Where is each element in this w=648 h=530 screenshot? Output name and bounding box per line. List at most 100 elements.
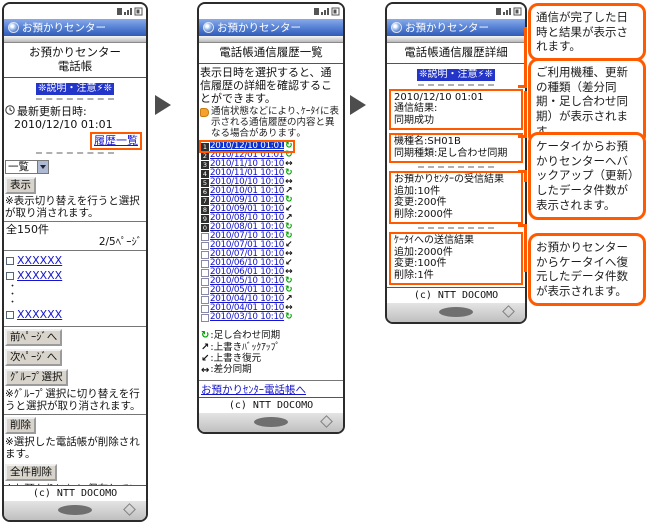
group-select-button[interactable]: ｸﾞﾙｰﾌﾟ選択 [5, 368, 68, 386]
entry-link[interactable]: XXXXXX [17, 254, 62, 267]
page-title: 電話帳通信履歴詳細 [387, 43, 525, 64]
row-checkbox[interactable] [201, 295, 209, 304]
sync-restore-icon: ↙ [201, 353, 210, 365]
row-checkbox[interactable] [201, 250, 209, 259]
softkey-icon[interactable] [254, 417, 288, 427]
entry-checkbox[interactable] [6, 311, 14, 320]
row-checkbox[interactable] [201, 304, 209, 313]
phonebook-link[interactable]: お預かりｾﾝﾀｰ電話帳へ [201, 384, 306, 396]
copyright: (c) NTT DOCOMO [387, 287, 525, 303]
entry-link[interactable]: XXXXXX [17, 269, 62, 282]
sent-added: 追加:2000件 [394, 246, 453, 258]
notice-link-wrap: ❊説明・注意⚡❊ [387, 67, 525, 81]
legend-label: :足し合わせ同期 [210, 330, 281, 342]
legend-label: :上書きﾊﾞｯｸｱｯﾌﾟ [210, 341, 281, 353]
row-checkbox[interactable] [201, 268, 209, 277]
result-value: 同期成功 [394, 114, 434, 126]
prev-page-button[interactable]: 前ﾍﾟｰｼﾞへ [5, 328, 63, 346]
notice-link[interactable]: ❊説明・注意⚡❊ [417, 68, 495, 81]
sync-add-icon: ↻ [201, 330, 210, 342]
flow-arrow-icon [350, 95, 366, 115]
clock-icon [5, 104, 15, 115]
caution-text: 通信状態などにより､ｹｰﾀｲに表示される通信履歴の内容と異なる場合があります｡ [211, 106, 340, 139]
row-checkbox[interactable] [201, 286, 209, 295]
sent-title: ｹｰﾀｲへの送信結果 [394, 235, 474, 247]
history-list: 1 2010/12/10 01:01 ↻ 2 2010/12/01 01:01 ↻ 3 201… [199, 140, 343, 323]
callout-connector [518, 85, 527, 88]
callout-backup-count: ケータイからお預かりセンターへバックアップ（更新）したデータ件数が表示されます。 [528, 132, 646, 220]
softkey-icon[interactable] [58, 505, 92, 515]
row-number-badge: 2 [201, 151, 209, 160]
view-select-value: 一覧 [8, 161, 29, 174]
title-bar: お預かりセンター [4, 19, 146, 36]
sent-changed: 変更:100件 [394, 258, 447, 270]
row-checkbox[interactable] [201, 232, 209, 241]
copyright: (c) NTT DOCOMO [4, 485, 146, 501]
note-group: ※ｸﾞﾙｰﾌﾟ選択に切り替えを行うと選択が取り消されます。 [5, 387, 141, 412]
sync-legend: ↻ :足し合わせ同期 ↗ :上書きﾊﾞｯｸｱｯﾌﾟ ↙ :上書き復元 ↔ :差分… [199, 322, 343, 380]
title-bar: お預かりセンター [199, 19, 343, 36]
history-list-link[interactable]: 履歴一覧 [90, 131, 142, 150]
delete-button[interactable]: 削除 [5, 416, 36, 434]
legend-item: ↔ :差分同期 [201, 364, 341, 375]
dashed-divider [35, 97, 115, 100]
row-checkbox[interactable] [201, 277, 209, 286]
dpad-icon[interactable] [502, 305, 515, 318]
page-title: お預かりセンター 電話帳 [4, 43, 146, 78]
entry-checkbox[interactable] [6, 256, 14, 265]
sent-results-box: ｹｰﾀｲへの送信結果 追加:2000件 変更:100件 削除:1件 [389, 232, 523, 286]
globe-icon [203, 22, 214, 33]
row-number-badge: 9 [201, 214, 209, 223]
row-checkbox[interactable] [201, 241, 209, 250]
history-date-link[interactable]: 2010/03/10 10:10 [210, 312, 284, 323]
title-bar-label: お預かりセンター [217, 22, 301, 34]
show-button[interactable]: 表示 [5, 177, 36, 195]
flow-arrow-icon [155, 95, 171, 115]
dpad-icon[interactable] [320, 415, 333, 428]
row-checkbox[interactable] [201, 313, 209, 322]
signal-battery-icons [496, 7, 522, 16]
page-title: 電話帳通信履歴一覧 [199, 43, 343, 64]
result-label: 通信結果: [394, 103, 438, 115]
softkey-icon[interactable] [439, 307, 473, 317]
signal-battery-icons [314, 7, 340, 16]
model-box: 機種名:SH01B 同期種類:足し合わせ同期 [389, 133, 523, 164]
dpad-icon[interactable] [123, 503, 136, 516]
softkey-bar [4, 501, 146, 520]
list-item[interactable]: XXXXXX [6, 253, 144, 268]
entry-checkbox[interactable] [6, 271, 14, 280]
phone-screen-1: お預かりセンター お預かりセンター 電話帳 ❊説明・注意⚡❊ 最新更新日時: 2… [2, 2, 148, 522]
caution-note: 通信状態などにより､ｹｰﾀｲに表示される通信履歴の内容と異なる場合があります｡ [199, 106, 343, 141]
legend-item: ↗ :上書きﾊﾞｯｸｱｯﾌﾟ [201, 342, 341, 353]
row-number-badge: 1 [201, 142, 209, 151]
globe-icon [8, 22, 19, 33]
sync-type: 同期種類:足し合わせ同期 [394, 147, 508, 159]
entry-link[interactable]: XXXXXX [17, 308, 62, 321]
screen2-content: 電話帳通信履歴一覧 表示日時を選択すると、通信履歴の詳細を確認することができます… [199, 43, 343, 397]
status-bar [4, 4, 146, 19]
screen3-content: 電話帳通信履歴詳細 ❊説明・注意⚡❊ 2010/12/10 01:01 通信結果… [387, 43, 525, 287]
select-arrow-icon[interactable] [37, 161, 48, 174]
dashed-divider [418, 166, 494, 169]
history-link-row: 履歴一覧 [4, 131, 146, 150]
page-title-line1: お預かりセンター [29, 45, 121, 59]
callout-connector [524, 27, 527, 88]
received-deleted: 削除:2000件 [394, 208, 453, 220]
note-switch: ※表示切り替えを行うと選択が取り消されます。 [5, 195, 140, 220]
softkey-bar [387, 303, 525, 322]
list-item[interactable]: XXXXXX [6, 268, 144, 283]
next-page-button[interactable]: 次ﾍﾟｰｼﾞへ [5, 348, 63, 366]
phone-screen-2: お預かりセンター 電話帳通信履歴一覧 表示日時を選択すると、通信履歴の詳細を確認… [197, 2, 345, 434]
view-select[interactable]: 一覧 [5, 160, 49, 175]
phone-screen-3: お預かりセンター 電話帳通信履歴詳細 ❊説明・注意⚡❊ 2010/12/10 0… [385, 2, 527, 324]
received-changed: 変更:200件 [394, 197, 447, 209]
sync-diff-icon: ↔ [201, 364, 210, 376]
page-indicator: 2/5ﾍﾟｰｼﾞ [98, 236, 142, 249]
notice-link[interactable]: ❊説明・注意⚡❊ [36, 82, 114, 95]
list-item[interactable]: XXXXXX [6, 307, 144, 322]
description-text: 表示日時を選択すると、通信履歴の詳細を確認することができます。 [200, 65, 332, 106]
page-canvas: お預かりセンター お預かりセンター 電話帳 ❊説明・注意⚡❊ 最新更新日時: 2… [0, 0, 648, 530]
history-row[interactable]: 2010/03/10 10:10 ↻ [201, 312, 293, 323]
row-checkbox[interactable] [201, 259, 209, 268]
delete-all-button[interactable]: 全件削除 [5, 463, 57, 481]
